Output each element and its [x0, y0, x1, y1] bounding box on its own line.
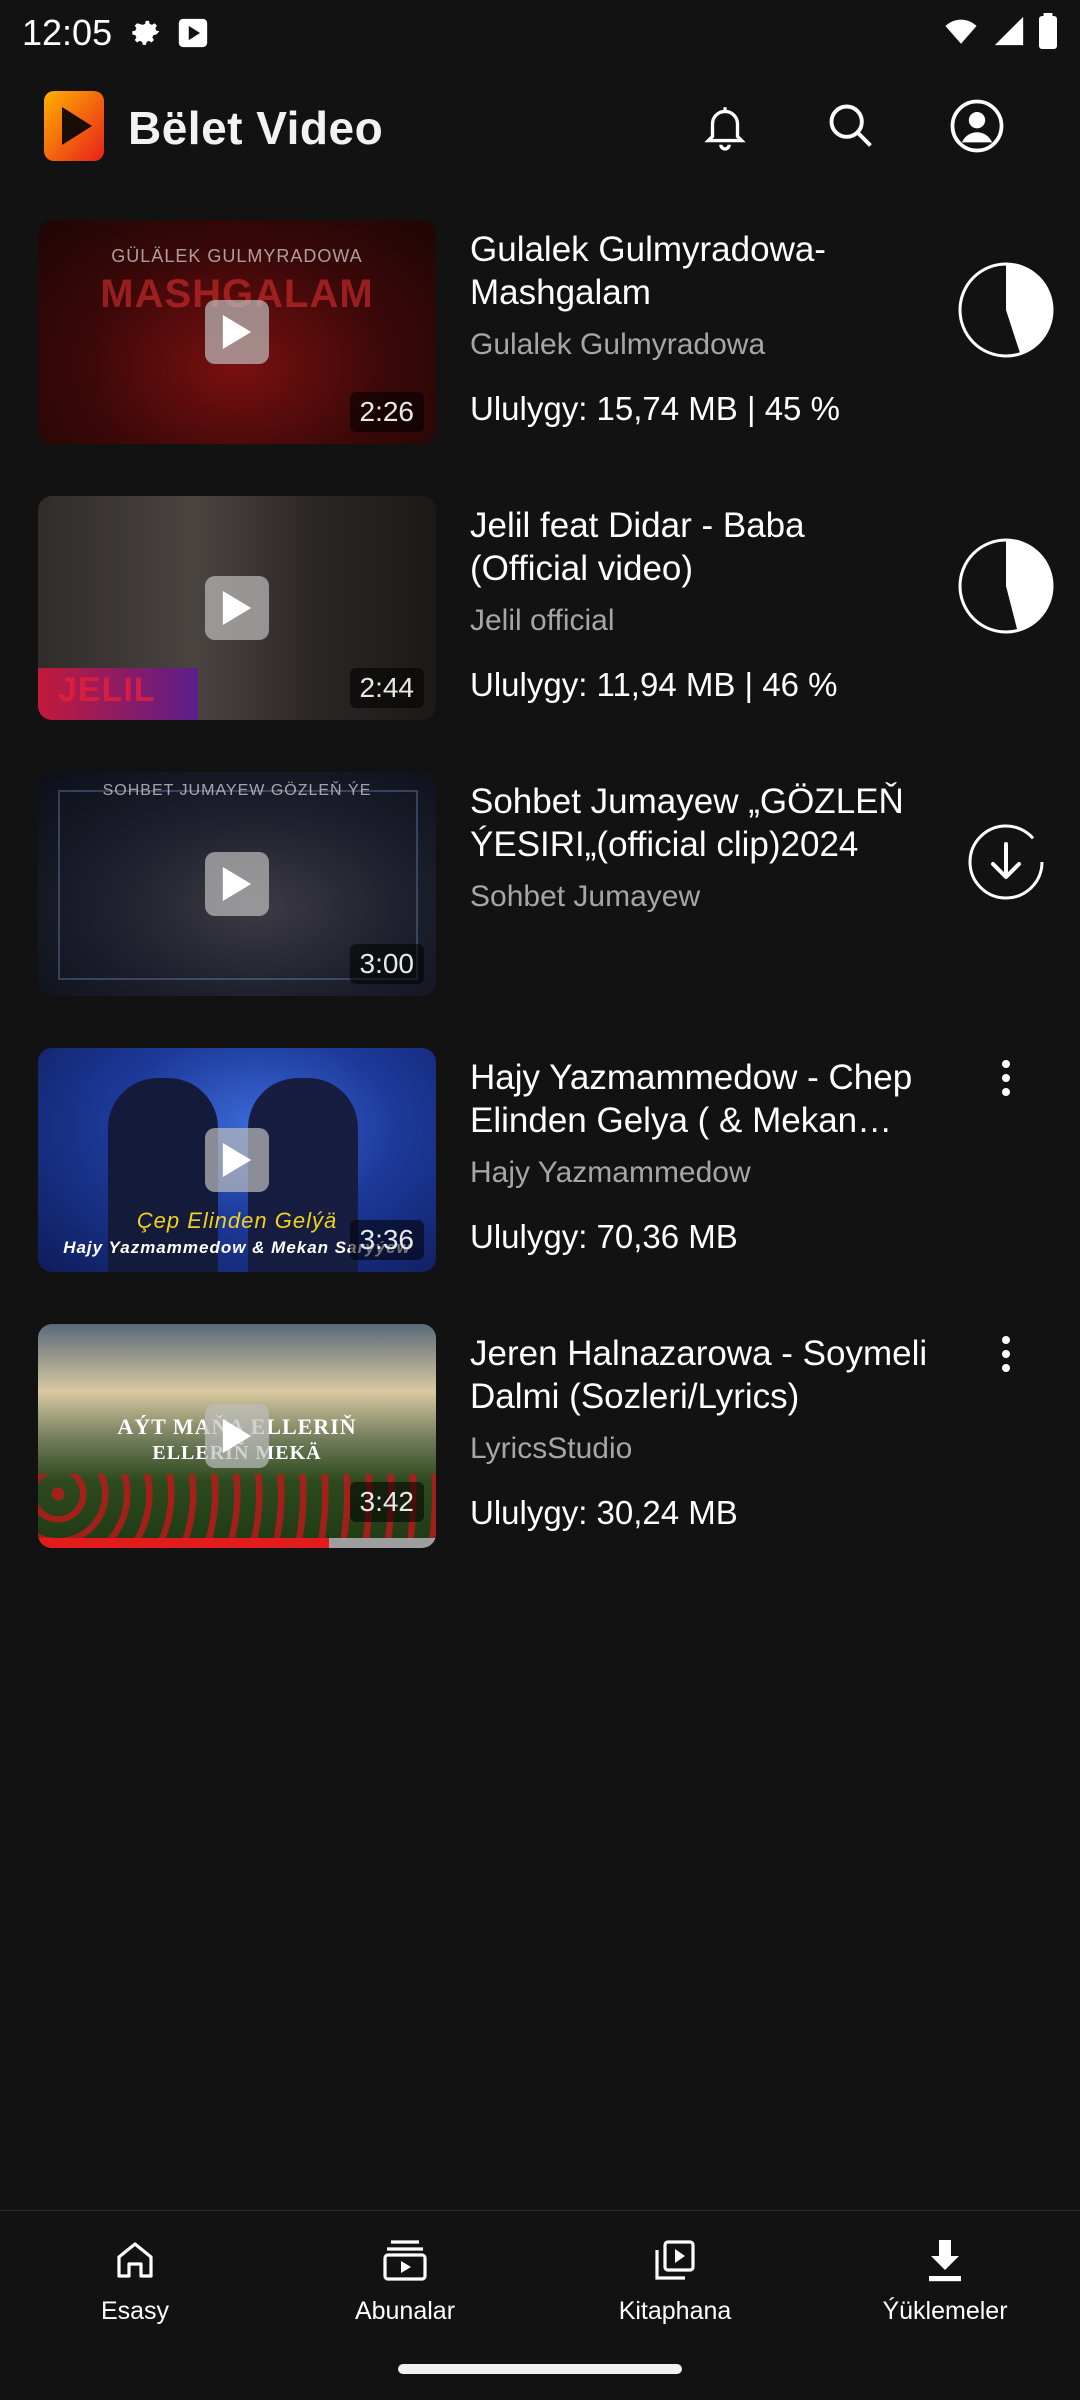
- notifications-button[interactable]: [662, 73, 788, 183]
- video-thumbnail[interactable]: GÜLÄLEK GULMYRADOWA MASHGALAM 2:26: [38, 220, 436, 444]
- thumbnail-caption: JELIL: [58, 671, 156, 709]
- video-item[interactable]: JELIL 2:44 Jelil feat Didar - Baba (Offi…: [0, 486, 1080, 762]
- download-progress-icon: [958, 262, 1054, 358]
- downloads-icon: [923, 2236, 967, 2289]
- video-item[interactable]: SOHBET JUMAYEW GÖZLEŇ ÝE 3:00 Sohbet Jum…: [0, 762, 1080, 1038]
- download-circle-icon: [968, 824, 1044, 900]
- download-progress-button[interactable]: [956, 260, 1056, 360]
- video-channel: Hajy Yazmammedow: [470, 1156, 751, 1189]
- play-store-icon: [176, 15, 210, 51]
- status-bar: 12:05: [0, 0, 1080, 66]
- app-bar: Bëlet Video: [0, 66, 1080, 190]
- video-duration: 2:44: [349, 668, 424, 708]
- download-pending-button[interactable]: [956, 812, 1056, 912]
- nav-label: Ýüklemeler: [882, 2297, 1008, 2325]
- nav-label: Abunalar: [354, 2297, 456, 2325]
- video-duration: 2:26: [349, 392, 424, 432]
- status-time: 12:05: [22, 12, 113, 53]
- video-item[interactable]: GÜLÄLEK GULMYRADOWA MASHGALAM 2:26 Gulal…: [0, 210, 1080, 486]
- video-duration: 3:42: [349, 1482, 424, 1522]
- play-icon: [205, 576, 269, 640]
- nav-label: Kitaphana: [618, 2297, 732, 2325]
- video-size: Ululygy: 70,36 MB: [470, 1218, 738, 1255]
- settings-gear-icon: [128, 15, 164, 51]
- battery-icon: [1038, 12, 1058, 54]
- nav-label: Esasy: [100, 2297, 170, 2325]
- bottom-navigation: Esasy Abunalar Kitaphana Ýüklemeler: [0, 2210, 1080, 2400]
- video-channel: LyricsStudio: [470, 1432, 633, 1465]
- video-channel: Sohbet Jumayew: [470, 880, 701, 913]
- video-title: Sohbet Jumayew „GÖZLEŇ ÝESIRI„(official …: [470, 782, 904, 864]
- downloads-list: GÜLÄLEK GULMYRADOWA MASHGALAM 2:26 Gulal…: [0, 210, 1080, 1590]
- nav-subscriptions[interactable]: Abunalar: [270, 2211, 540, 2351]
- more-options-button[interactable]: [956, 1324, 1056, 1384]
- play-icon: [205, 1404, 269, 1468]
- search-icon: [825, 100, 877, 157]
- app-brand[interactable]: Bëlet Video: [40, 89, 383, 168]
- video-channel: Jelil official: [470, 604, 615, 637]
- video-title: Gulalek Gulmyradowa-Mashgalam: [470, 230, 826, 312]
- video-thumbnail[interactable]: SOHBET JUMAYEW GÖZLEŇ ÝE 3:00: [38, 772, 436, 996]
- video-duration: 3:00: [349, 944, 424, 984]
- video-channel: Gulalek Gulmyradowa: [470, 328, 766, 361]
- video-item[interactable]: Çep Elinden Gelýä Hajy Yazmammedow & Mek…: [0, 1038, 1080, 1314]
- play-icon: [205, 1128, 269, 1192]
- nav-downloads[interactable]: Ýüklemeler: [810, 2211, 1080, 2351]
- video-item[interactable]: AÝT MAŇA ELLERIŇ ELLERIŇ MEKÄ 3:42 Jeren…: [0, 1314, 1080, 1590]
- video-thumbnail[interactable]: Çep Elinden Gelýä Hajy Yazmammedow & Mek…: [38, 1048, 436, 1272]
- search-button[interactable]: [788, 73, 914, 183]
- cell-signal-icon: [992, 14, 1026, 53]
- more-options-button[interactable]: [956, 1048, 1056, 1108]
- nav-library[interactable]: Kitaphana: [540, 2211, 810, 2351]
- play-icon: [205, 300, 269, 364]
- video-size: Ululygy: 30,24 MB: [470, 1494, 738, 1531]
- belet-logo-icon: [40, 89, 108, 168]
- video-thumbnail[interactable]: AÝT MAŇA ELLERIŇ ELLERIŇ MEKÄ 3:42: [38, 1324, 436, 1548]
- download-progress-button[interactable]: [956, 536, 1056, 636]
- app-name: Bëlet Video: [128, 102, 384, 154]
- more-vert-icon: [1002, 1336, 1010, 1372]
- play-icon: [205, 852, 269, 916]
- video-title: Hajy Yazmammedow - Chep Elinden Gelya ( …: [470, 1058, 913, 1140]
- home-indicator[interactable]: [398, 2364, 682, 2374]
- thumbnail-caption: SOHBET JUMAYEW GÖZLEŇ ÝE: [102, 782, 372, 799]
- download-progress-icon: [958, 538, 1054, 634]
- account-button[interactable]: [914, 73, 1040, 183]
- home-icon: [111, 2236, 159, 2289]
- bell-icon: [700, 99, 750, 158]
- account-icon: [949, 98, 1005, 159]
- video-thumbnail[interactable]: JELIL 2:44: [38, 496, 436, 720]
- more-vert-icon: [1002, 1060, 1010, 1096]
- subscriptions-icon: [379, 2236, 431, 2289]
- watch-progress-bar: [38, 1538, 436, 1548]
- video-size: Ululygy: 11,94 MB | 46 %: [470, 666, 838, 703]
- wifi-icon: [942, 14, 980, 53]
- video-size: Ululygy: 15,74 MB | 45 %: [470, 390, 840, 427]
- video-title: Jeren Halnazarowa - Soymeli Dalmi (Sozle…: [470, 1334, 928, 1416]
- video-title: Jelil feat Didar - Baba (Official video): [470, 506, 805, 588]
- thumbnail-caption: GÜLÄLEK GULMYRADOWA: [111, 246, 363, 266]
- video-duration: 3:36: [349, 1220, 424, 1260]
- nav-home[interactable]: Esasy: [0, 2211, 270, 2351]
- library-icon: [650, 2236, 700, 2289]
